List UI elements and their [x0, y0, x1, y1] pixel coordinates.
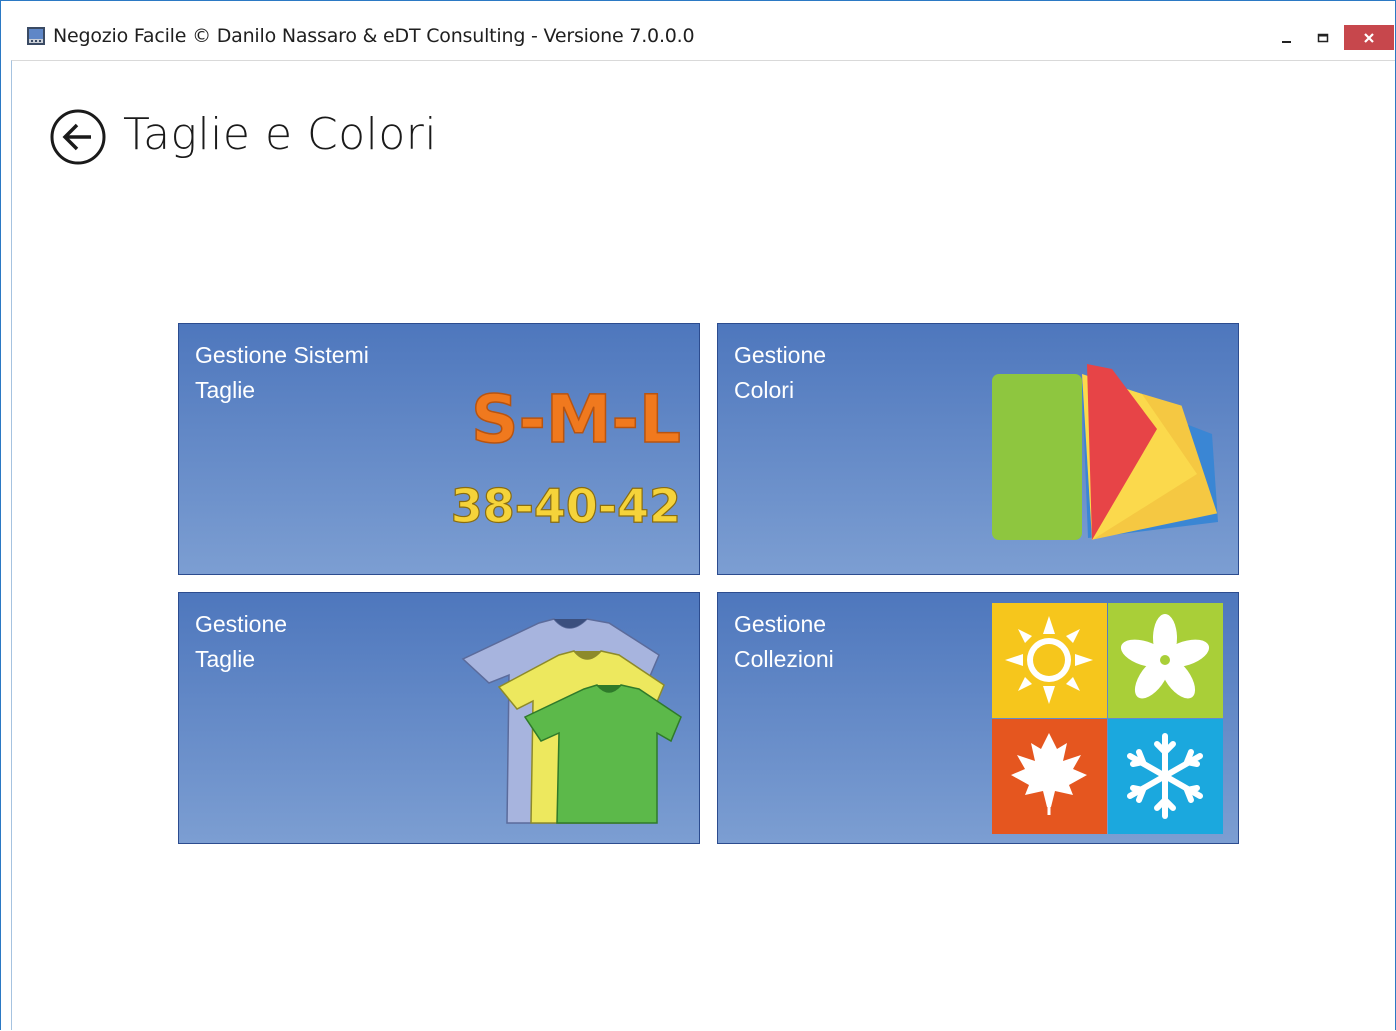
seasons-icon	[992, 603, 1223, 834]
close-icon	[1364, 32, 1374, 43]
tile-label-line2: Collezioni	[734, 646, 834, 672]
minimize-icon	[1282, 40, 1291, 43]
page-title: Taglie e Colori	[123, 109, 438, 160]
app-icon	[27, 27, 45, 45]
tile-label-line1: Gestione	[734, 611, 827, 637]
tile-label: Gestione Taglie	[195, 607, 287, 677]
tile-label: Gestione Collezioni	[734, 607, 834, 677]
size-numbers-text: 38-40-42	[451, 479, 681, 533]
tile-label-line2: Taglie	[195, 377, 256, 403]
app-window: Negozio Facile © Danilo Nassaro & eDT Co…	[0, 0, 1396, 1030]
tile-label-line1: Gestione	[195, 611, 288, 637]
tile-label-line1: Gestione Sistemi	[195, 342, 369, 368]
tile-label-line2: Taglie	[195, 646, 256, 672]
sun-icon	[1005, 616, 1093, 704]
tile-gestione-sistemi-taglie[interactable]: Gestione Sistemi Taglie S-M-L 38-40-42	[178, 323, 700, 575]
size-letters-text: S-M-L	[471, 381, 681, 458]
maximize-icon	[1317, 33, 1329, 42]
tile-gestione-colori[interactable]: Gestione Colori	[717, 323, 1239, 575]
tile-gestione-collezioni[interactable]: Gestione Collezioni	[717, 592, 1239, 844]
color-swatches-icon	[992, 364, 1218, 540]
tile-label: Gestione Colori	[734, 338, 826, 408]
window-title: Negozio Facile © Danilo Nassaro & eDT Co…	[53, 25, 695, 47]
tshirts-icon	[461, 618, 682, 824]
tile-label-line1: Gestione	[734, 342, 827, 368]
minimize-button[interactable]	[1274, 25, 1300, 50]
maximize-button[interactable]	[1310, 25, 1336, 50]
title-bar[interactable]: Negozio Facile © Danilo Nassaro & eDT Co…	[1, 1, 1395, 50]
tile-label: Gestione Sistemi Taglie	[195, 338, 369, 408]
back-arrow-icon[interactable]	[50, 109, 106, 165]
close-button[interactable]	[1344, 25, 1394, 50]
tile-label-line2: Colori	[734, 377, 795, 403]
tile-gestione-taglie[interactable]: Gestione Taglie	[178, 592, 700, 844]
size-systems-icon: S-M-L 38-40-42	[450, 380, 682, 533]
